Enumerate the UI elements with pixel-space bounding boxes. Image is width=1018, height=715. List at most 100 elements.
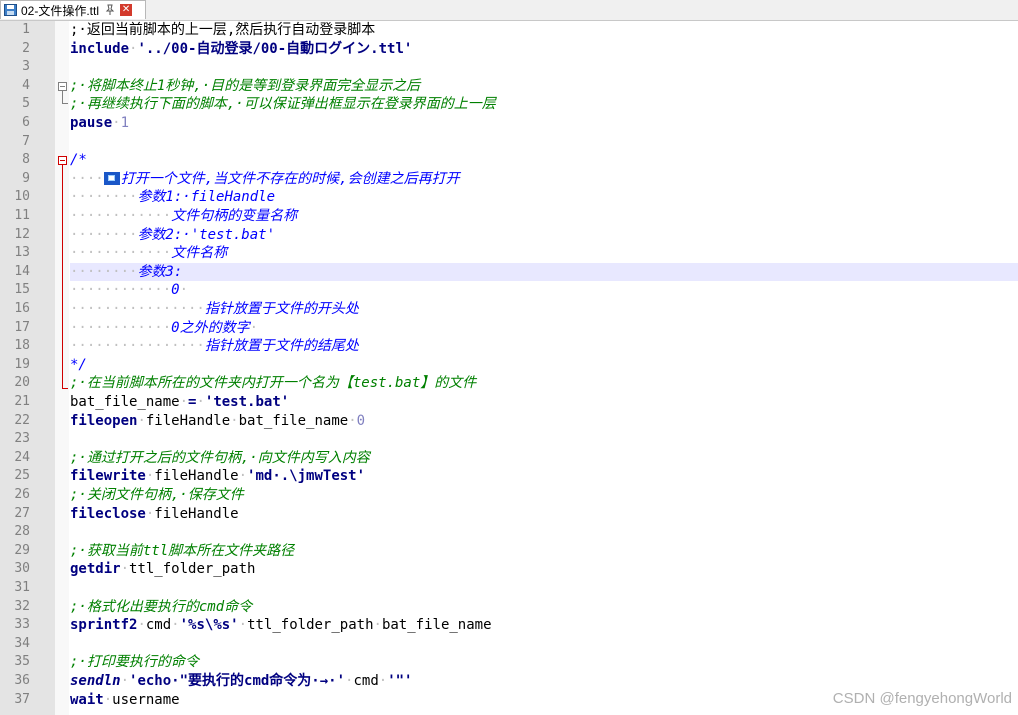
code-line[interactable]: 22 fileopen·fileHandle·bat_file_name·0	[0, 412, 1018, 431]
code-token: ·	[238, 617, 248, 634]
code-line[interactable]: 36 sendln·'echo·"要执行的cmd命令为·→·'·cmd·'"'	[0, 672, 1018, 691]
code-line[interactable]: 31	[0, 579, 1018, 598]
code-line[interactable]: 21 bat_file_name·=·'test.bat'	[0, 393, 1018, 412]
code-line[interactable]: 5 ;·再继续执行下面的脚本,·可以保证弹出框显示在登录界面的上一层	[0, 95, 1018, 114]
code-text[interactable]: sprintf2·cmd·'%s\%s'·ttl_folder_path·bat…	[70, 616, 1018, 635]
code-text[interactable]: fileopen·fileHandle·bat_file_name·0	[70, 412, 1018, 431]
code-line[interactable]: 26 ;·关闭文件句柄,·保存文件	[0, 486, 1018, 505]
code-line[interactable]: 29 ;·获取当前ttl脚本所在文件夹路径	[0, 542, 1018, 561]
code-text[interactable]	[70, 58, 1018, 77]
code-token: ············	[70, 282, 172, 299]
tab-file[interactable]: 02-文件操作.ttl ✕	[0, 0, 146, 19]
code-line[interactable]: 25 filewrite·fileHandle·'md·.\jmwTest'	[0, 467, 1018, 486]
code-line[interactable]: 7	[0, 133, 1018, 152]
code-line[interactable]: 14 ········参数3:	[0, 262, 1018, 282]
code-line[interactable]: 2 include·'../00-自动登录/00-自動ログイン.ttl'	[0, 40, 1018, 59]
code-text[interactable]: pause·1	[70, 114, 1018, 133]
code-text[interactable]: ············0之外的数字·	[70, 319, 1018, 338]
code-text[interactable]: ;·再继续执行下面的脚本,·可以保证弹出框显示在登录界面的上一层	[70, 95, 1018, 114]
code-text[interactable]: ········参数1:·fileHandle	[70, 188, 1018, 207]
code-text[interactable]: ;·在当前脚本所在的文件夹内打开一个名为【test.bat】的文件	[70, 374, 1018, 393]
code-line[interactable]: 12 ········参数2:·'test.bat'	[0, 226, 1018, 245]
code-token: fileclose	[70, 505, 146, 522]
code-line[interactable]: 28	[0, 523, 1018, 542]
code-text[interactable]: ················指针放置于文件的开头处	[70, 300, 1018, 319]
code-line[interactable]: 11 ············文件句柄的变量名称	[0, 207, 1018, 226]
code-token: ·	[112, 115, 121, 131]
code-text[interactable]: filewrite·fileHandle·'md·.\jmwTest'	[70, 467, 1018, 486]
code-line[interactable]: 27 fileclose·fileHandle	[0, 505, 1018, 524]
code-line[interactable]: 24 ;·通过打开之后的文件句柄,·向文件内写入内容	[0, 449, 1018, 468]
code-token: bat_file_name	[70, 394, 180, 410]
code-line[interactable]: 16 ················指针放置于文件的开头处	[0, 300, 1018, 319]
code-text[interactable]: ················指针放置于文件的结尾处	[70, 337, 1018, 356]
code-text[interactable]	[70, 133, 1018, 152]
code-text[interactable]: ;·将脚本终止1秒钟,·目的是等到登录界面完全显示之后	[70, 77, 1018, 96]
code-text[interactable]: ;·格式化出要执行的cmd命令	[70, 598, 1018, 617]
code-line[interactable]: 30 getdir·ttl_folder_path	[0, 560, 1018, 579]
code-line[interactable]: 20 ;·在当前脚本所在的文件夹内打开一个名为【test.bat】的文件	[0, 374, 1018, 393]
fold-toggle-icon[interactable]	[58, 156, 67, 165]
code-token: 文件句柄的变量名称	[171, 208, 298, 224]
code-text[interactable]	[70, 635, 1018, 654]
code-text[interactable]: fileclose·fileHandle	[70, 505, 1018, 524]
code-line[interactable]: 13 ············文件名称	[0, 244, 1018, 263]
code-token: ·	[230, 412, 239, 429]
code-line[interactable]: 4 ;·将脚本终止1秒钟,·目的是等到登录界面完全显示之后	[0, 77, 1018, 96]
code-text[interactable]: bat_file_name·=·'test.bat'	[70, 393, 1018, 412]
fold-toggle-icon[interactable]	[58, 82, 67, 91]
code-text[interactable]: */	[70, 356, 1018, 375]
line-number: 3	[22, 59, 30, 75]
pin-icon[interactable]	[105, 4, 115, 16]
code-token: ·	[373, 617, 382, 634]
line-number: 16	[14, 301, 30, 316]
code-text[interactable]: ···· 打开一个文件,当文件不存在的时候,会创建之后再打开	[70, 170, 1018, 189]
code-editor[interactable]: 1 ;·返回当前脚本的上一层,然后执行自动登录脚本 2 include·'../00-…	[0, 21, 1018, 715]
code-line[interactable]: 8 /*	[0, 151, 1018, 170]
code-line[interactable]: 10 ········参数1:·fileHandle	[0, 188, 1018, 207]
line-number: 33	[14, 617, 30, 633]
code-token: ················	[70, 301, 205, 317]
code-line[interactable]: 6 pause·1	[0, 114, 1018, 133]
code-line[interactable]: 1 ;·返回当前脚本的上一层,然后执行自动登录脚本	[0, 21, 1018, 40]
code-text[interactable]: sendln·'echo·"要执行的cmd命令为·→·'·cmd·'"'	[70, 672, 1018, 691]
code-line[interactable]: 32 ;·格式化出要执行的cmd命令	[0, 598, 1018, 617]
fold-line	[62, 91, 63, 103]
code-text[interactable]: ;·通过打开之后的文件句柄,·向文件内写入内容	[70, 449, 1018, 468]
code-text[interactable]: include·'../00-自动登录/00-自動ログイン.ttl'	[70, 40, 1018, 59]
code-line[interactable]: 18 ················指针放置于文件的结尾处	[0, 337, 1018, 356]
code-line[interactable]: 23	[0, 430, 1018, 449]
code-line[interactable]: 3	[0, 58, 1018, 77]
code-text[interactable]: /*	[70, 151, 1018, 170]
code-text[interactable]: getdir·ttl_folder_path	[70, 560, 1018, 579]
line-number: 25	[14, 468, 30, 484]
code-text[interactable]: ············文件句柄的变量名称	[70, 207, 1018, 226]
line-number: 15	[14, 282, 30, 298]
code-text[interactable]: ;·打印要执行的命令	[70, 653, 1018, 672]
code-text[interactable]: ········参数3:	[70, 262, 1018, 282]
code-text[interactable]: ;·返回当前脚本的上一层,然后执行自动登录脚本	[70, 21, 1018, 40]
code-text[interactable]: ············0·	[70, 281, 1018, 300]
code-token: ····	[70, 170, 104, 187]
code-text[interactable]: ;·获取当前ttl脚本所在文件夹路径	[70, 542, 1018, 561]
code-token: '%s\%s'	[179, 617, 239, 634]
code-token: 'test.bat'	[204, 394, 290, 410]
code-token: */	[70, 356, 87, 373]
code-line[interactable]: 9 ···· 打开一个文件,当文件不存在的时候,会创建之后再打开	[0, 170, 1018, 189]
code-token: 参数3:	[137, 263, 183, 280]
code-line[interactable]: 15 ············0·	[0, 281, 1018, 300]
code-text[interactable]	[70, 430, 1018, 449]
close-tab-icon[interactable]: ✕	[120, 4, 133, 16]
line-number: 19	[14, 356, 30, 372]
code-text[interactable]: ············文件名称	[70, 244, 1018, 263]
code-line[interactable]: 17 ············0之外的数字·	[0, 319, 1018, 338]
code-line[interactable]: 33 sprintf2·cmd·'%s\%s'·ttl_folder_path·b…	[0, 616, 1018, 635]
code-text[interactable]	[70, 523, 1018, 542]
code-line[interactable]: 34	[0, 635, 1018, 654]
code-line[interactable]: 35 ;·打印要执行的命令	[0, 653, 1018, 672]
code-text[interactable]	[70, 579, 1018, 598]
code-text[interactable]: ;·关闭文件句柄,·保存文件	[70, 486, 1018, 505]
code-line[interactable]: 19 */	[0, 356, 1018, 375]
watermark: CSDN @fengyehongWorld	[832, 690, 1012, 707]
code-text[interactable]: ········参数2:·'test.bat'	[70, 226, 1018, 245]
